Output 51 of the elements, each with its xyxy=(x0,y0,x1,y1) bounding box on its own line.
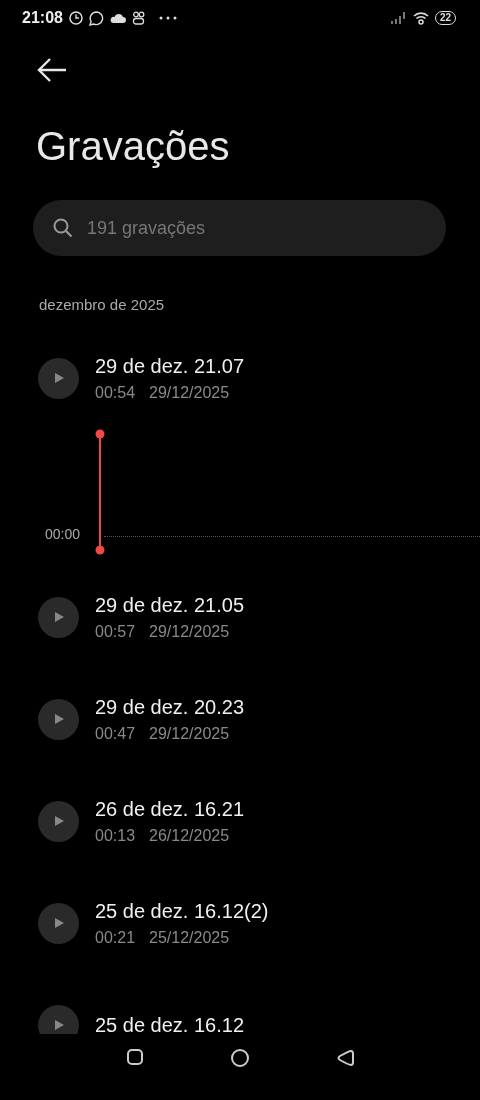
recording-item[interactable]: 25 de dez. 16.12 xyxy=(0,974,480,1034)
recording-item[interactable]: 26 de dez. 16.21 00:13 26/12/2025 xyxy=(0,770,480,872)
recording-title: 29 de dez. 20.23 xyxy=(95,695,244,719)
recording-title: 29 de dez. 21.07 xyxy=(95,354,244,378)
recording-title: 25 de dez. 16.12(2) xyxy=(95,899,269,923)
back-icon[interactable] xyxy=(336,1048,354,1068)
more-icon xyxy=(158,16,177,20)
play-button[interactable] xyxy=(38,596,79,638)
play-icon xyxy=(52,1019,65,1031)
recording-duration: 00:57 xyxy=(95,622,136,641)
play-icon xyxy=(52,713,65,725)
recording-date: 26/12/2025 xyxy=(149,826,230,845)
recording-duration: 00:13 xyxy=(95,826,136,845)
recording-title: 26 de dez. 16.21 xyxy=(95,797,244,821)
search-icon xyxy=(53,218,73,238)
play-button[interactable] xyxy=(38,698,79,740)
recording-date: 29/12/2025 xyxy=(149,724,230,743)
play-button[interactable] xyxy=(38,357,79,399)
recording-duration: 00:54 xyxy=(95,383,136,402)
page-title: Gravações xyxy=(36,123,231,170)
home-icon[interactable] xyxy=(230,1048,250,1068)
recording-item[interactable]: 25 de dez. 16.12(2) 00:21 25/12/2025 xyxy=(0,872,480,974)
alarm-icon xyxy=(68,11,83,25)
recording-date: 29/12/2025 xyxy=(149,622,230,641)
play-icon xyxy=(52,917,65,929)
recording-date: 25/12/2025 xyxy=(149,928,230,947)
recording-title: 29 de dez. 21.05 xyxy=(95,593,244,617)
recording-duration: 00:21 xyxy=(95,928,136,947)
play-icon xyxy=(52,815,65,827)
play-button[interactable] xyxy=(38,902,79,944)
recording-duration: 00:47 xyxy=(95,724,136,743)
playhead-handle[interactable] xyxy=(95,429,105,555)
recording-item[interactable]: 29 de dez. 21.07 00:54 29/12/2025 xyxy=(0,327,480,429)
cloud-icon xyxy=(109,12,126,24)
recording-title: 25 de dez. 16.12 xyxy=(95,1013,244,1034)
playback-time: 00:00 xyxy=(45,526,81,542)
search-field[interactable]: 191 gravações xyxy=(33,200,446,256)
signal-icon xyxy=(390,12,407,24)
recording-item[interactable]: 29 de dez. 20.23 00:47 29/12/2025 xyxy=(0,668,480,770)
chat-bubble-icon xyxy=(88,10,104,26)
play-icon xyxy=(52,372,65,384)
app-icon xyxy=(131,11,145,25)
wifi-icon xyxy=(412,11,429,25)
recording-item[interactable]: 29 de dez. 21.05 00:57 29/12/2025 xyxy=(0,566,480,668)
play-icon xyxy=(52,611,65,623)
section-header: dezembro de 2025 xyxy=(39,296,166,313)
play-button[interactable] xyxy=(38,1004,79,1034)
recording-date: 29/12/2025 xyxy=(149,383,230,402)
clock-time: 21:08 xyxy=(22,9,63,27)
play-button[interactable] xyxy=(38,800,79,842)
recent-apps-icon[interactable] xyxy=(126,1048,144,1066)
